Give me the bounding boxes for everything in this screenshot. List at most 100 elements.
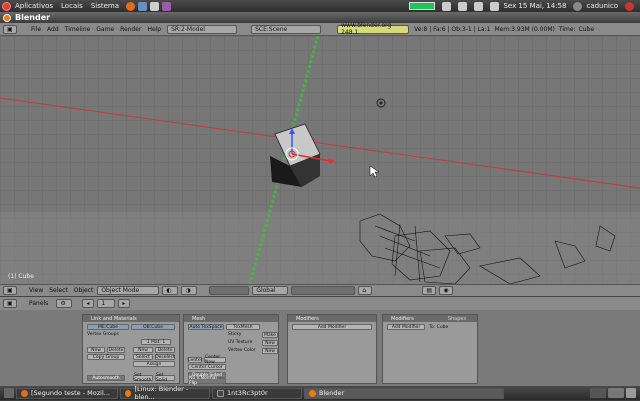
window-type-icon[interactable]: ▣ (3, 299, 17, 308)
3d-viewport[interactable]: (1) Cube (0, 36, 640, 284)
menu-help[interactable]: Help (147, 26, 161, 33)
terminal-icon (217, 389, 224, 397)
vertex-color-label: Vertex Color (228, 348, 256, 353)
viewport-scene[interactable] (0, 36, 640, 284)
active-object: Cube (578, 25, 595, 33)
firefox-icon (21, 389, 28, 397)
task-terminal[interactable]: 1nt3Rc3pt0r (212, 387, 302, 399)
x-arrow[interactable] (328, 158, 335, 164)
task-label: 1nt3Rc3pt0r (227, 389, 268, 397)
menu-system[interactable]: Sistema (91, 2, 119, 10)
mat-select-button[interactable]: Select (133, 354, 153, 360)
object-name-field[interactable]: OB:Cube (131, 324, 175, 330)
panel-title[interactable]: Link and Materials (83, 315, 179, 322)
mat-new-button[interactable]: New (133, 347, 153, 353)
menu-game[interactable]: Game (96, 26, 114, 33)
mat-assign-button[interactable]: Assign (133, 361, 175, 367)
no-vnormal-flip-button[interactable]: No V.Normal Flip (188, 376, 226, 386)
task-linux-blender[interactable]: [Linux: Blender - blen... (120, 385, 210, 401)
center-new-button[interactable]: Center New (204, 355, 226, 365)
texmesh-field[interactable]: TexMesh (226, 324, 260, 330)
help-icon[interactable] (150, 1, 160, 11)
set-smooth-button[interactable]: Set Smooth (133, 373, 153, 383)
menu-places[interactable]: Locais (61, 2, 83, 10)
panels-menu[interactable]: Panels (29, 300, 48, 307)
center-cursor-button[interactable]: Center Cursor (188, 364, 226, 370)
panel-tabs: Modifiers Shapes (383, 315, 477, 322)
floor-area (0, 212, 640, 284)
workspace-2-icon[interactable] (608, 388, 624, 398)
buttons-header: ▣ Panels ⚙ ◂ 1 ▸ (0, 296, 640, 310)
menu-file[interactable]: File (31, 26, 41, 33)
tab-shapes[interactable]: Shapes (448, 316, 466, 322)
frame-number[interactable]: 1 (97, 299, 116, 308)
copy-group-button[interactable]: Copy Group (87, 354, 125, 360)
task-blender[interactable]: Blender (304, 387, 504, 399)
shading-button[interactable]: ◑ (181, 286, 198, 295)
mesh-name-field[interactable]: ME:Cube (87, 324, 129, 330)
frame-next-icon[interactable]: ▸ (118, 299, 131, 308)
user-name[interactable]: cadunico (586, 2, 618, 10)
scene-stats: Ve:8 | Fa:6 | Ob:3-1 | La:1 (414, 25, 491, 33)
vgroup-delete-button[interactable]: Delete (107, 347, 125, 353)
sticky-make-button[interactable]: Make (262, 332, 278, 338)
ubuntu-logo-icon[interactable] (2, 1, 11, 11)
vcol-new-button[interactable]: New (262, 348, 278, 354)
window-type-icon[interactable]: ▣ (3, 24, 17, 34)
camera-icon[interactable]: ◉ (439, 286, 454, 295)
panel-title[interactable]: Mesh (184, 315, 278, 322)
trash-icon[interactable] (626, 388, 636, 398)
mat-delete-button[interactable]: Delete (155, 347, 175, 353)
menu-select[interactable]: Select (49, 287, 68, 294)
mode-selector[interactable]: Object Mode (97, 286, 160, 295)
screen-selector[interactable]: SR:2-Model (167, 24, 238, 34)
network-icon[interactable] (442, 1, 452, 11)
tab-modifiers[interactable]: Modifiers (391, 316, 414, 322)
vgroup-new-button[interactable]: New (87, 347, 105, 353)
mail-icon[interactable] (138, 1, 148, 11)
orientation-selector[interactable]: Global (252, 286, 289, 295)
mail-indicator-icon[interactable] (458, 1, 468, 11)
auto-texspace-button[interactable]: Auto TexSpace (188, 324, 224, 330)
draw-type-button[interactable]: ◐ (162, 286, 179, 295)
menu-object[interactable]: Object (74, 287, 94, 294)
power-icon[interactable] (625, 1, 634, 11)
volume-icon[interactable] (490, 1, 500, 11)
menu-applications[interactable]: Aplicativos (15, 2, 53, 10)
lock-icon[interactable]: ⌂ (358, 286, 373, 295)
menu-add[interactable]: Add (47, 26, 59, 33)
show-desktop-icon[interactable] (4, 388, 14, 398)
mat-deselect-button[interactable]: Deselect (155, 354, 175, 360)
task-label: [Segundo teste - Mozil... (31, 389, 110, 397)
menu-render[interactable]: Render (120, 26, 141, 33)
shapes-panel: Modifiers Shapes Add Modifier To: Cube (382, 314, 478, 384)
set-solid-button[interactable]: Set Solid (155, 373, 175, 383)
firefox-icon[interactable] (126, 1, 136, 11)
layer-buttons[interactable] (291, 286, 356, 295)
panel-title[interactable]: Modifiers (288, 315, 376, 322)
system-monitor-icon[interactable] (409, 2, 436, 10)
menu-view[interactable]: View (29, 287, 43, 294)
clock[interactable]: Sex 15 Mai, 14:58 (503, 2, 566, 10)
blender-icon (309, 389, 316, 397)
menu-timeline[interactable]: Timeline (65, 26, 91, 33)
pivot-buttons[interactable] (209, 286, 250, 295)
task-label: Blender (319, 389, 345, 397)
battery-icon[interactable] (474, 1, 484, 11)
shapes-add-button[interactable]: Add Modifier (387, 324, 425, 330)
task-firefox[interactable]: [Segundo teste - Mozil... (16, 387, 118, 399)
frame-prev-icon[interactable]: ◂ (82, 299, 95, 308)
context-button[interactable]: ⚙ (56, 299, 73, 308)
window-type-icon[interactable]: ▣ (3, 286, 17, 295)
material-index[interactable]: 1 Mat: 1 (141, 339, 171, 345)
app-icon[interactable] (162, 1, 172, 11)
center-button[interactable]: Center (187, 357, 203, 363)
window-title-bar: Blender (0, 12, 640, 23)
scene-selector[interactable]: SCE:Scene (251, 24, 322, 34)
workspace-1-icon[interactable] (590, 388, 606, 398)
autosmooth-button[interactable]: Autosmooth (87, 375, 125, 381)
uv-new-button[interactable]: New (262, 340, 278, 346)
uv-texture-label: UV Texture (228, 340, 253, 345)
render-icon[interactable]: ▤ (422, 286, 437, 295)
add-modifier-button[interactable]: Add Modifier (292, 324, 372, 330)
